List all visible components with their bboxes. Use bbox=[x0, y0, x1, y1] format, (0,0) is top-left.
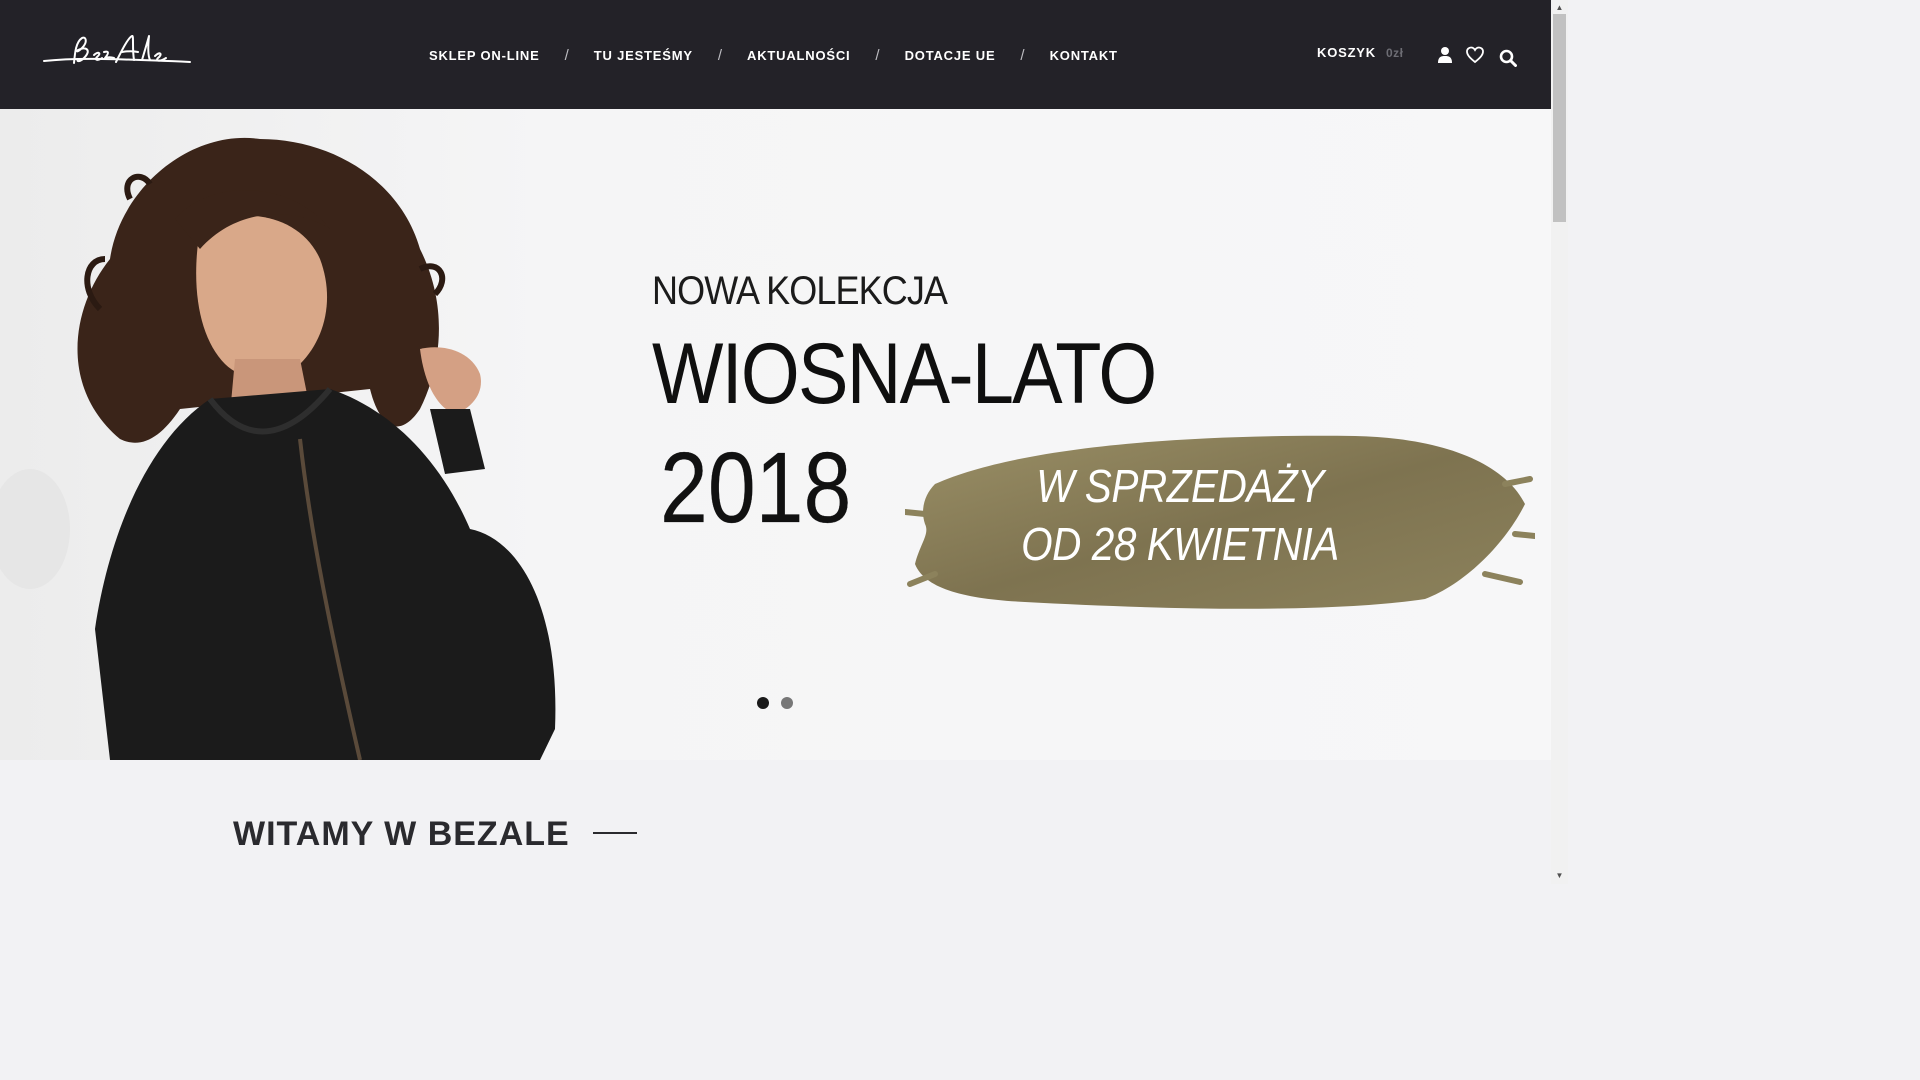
nav-separator: / bbox=[1020, 46, 1025, 64]
heart-icon[interactable] bbox=[1466, 46, 1484, 64]
nav-separator: / bbox=[564, 46, 569, 64]
cart-total: 0zł bbox=[1385, 45, 1404, 60]
hero-title: WIOSNA-LATO bbox=[652, 326, 1157, 422]
welcome-title: WITAMY W BEZALE bbox=[233, 815, 570, 853]
scrollbar-thumb[interactable] bbox=[1553, 14, 1566, 222]
search-icon[interactable] bbox=[1499, 49, 1517, 67]
site-header: SKLEP ON-LINE / TU JESTEŚMY / AKTUALNOŚC… bbox=[0, 0, 1551, 109]
hero-subtitle: NOWA KOLEKCJA bbox=[652, 269, 948, 313]
cart-link[interactable]: KOSZYK 0zł bbox=[1317, 45, 1404, 60]
nav-shop-online[interactable]: SKLEP ON-LINE bbox=[429, 48, 540, 63]
main-nav: SKLEP ON-LINE / TU JESTEŚMY / AKTUALNOŚC… bbox=[429, 45, 1118, 65]
hero-year: 2018 bbox=[660, 432, 852, 544]
sale-badge: W SPRZEDAŻY OD 28 KWIETNIA bbox=[986, 457, 1373, 573]
cart-label[interactable]: KOSZYK bbox=[1317, 45, 1376, 60]
welcome-section: WITAMY W BEZALE bbox=[0, 760, 1551, 884]
nav-dotacje-ue[interactable]: DOTACJE UE bbox=[905, 48, 996, 63]
nav-kontakt[interactable]: KONTAKT bbox=[1050, 48, 1118, 63]
user-icon[interactable] bbox=[1436, 46, 1454, 64]
bezale-logo[interactable] bbox=[42, 30, 192, 74]
nav-separator: / bbox=[875, 46, 880, 64]
sale-badge-line2: OD 28 KWIETNIA bbox=[1021, 518, 1339, 570]
nav-aktualnosci[interactable]: AKTUALNOŚCI bbox=[747, 48, 850, 63]
hero-slider[interactable]: NOWA KOLEKCJA WIOSNA-LATO 2018 W SPRZEDA… bbox=[0, 109, 1551, 760]
hero-model-photo bbox=[0, 137, 556, 760]
nav-separator: / bbox=[717, 46, 723, 64]
page: SKLEP ON-LINE / TU JESTEŚMY / AKTUALNOŚC… bbox=[0, 0, 1568, 884]
slider-dots bbox=[757, 697, 805, 709]
scroll-down-arrow[interactable]: ▼ bbox=[1553, 870, 1566, 882]
nav-tu-jestesmy[interactable]: TU JESTEŚMY bbox=[594, 48, 693, 63]
scroll-up-arrow[interactable]: ▲ bbox=[1553, 2, 1566, 14]
slider-dot-1[interactable] bbox=[757, 697, 769, 709]
sale-badge-line1: W SPRZEDAŻY bbox=[1036, 460, 1324, 512]
slider-dot-2[interactable] bbox=[781, 697, 793, 709]
welcome-divider bbox=[593, 832, 637, 834]
